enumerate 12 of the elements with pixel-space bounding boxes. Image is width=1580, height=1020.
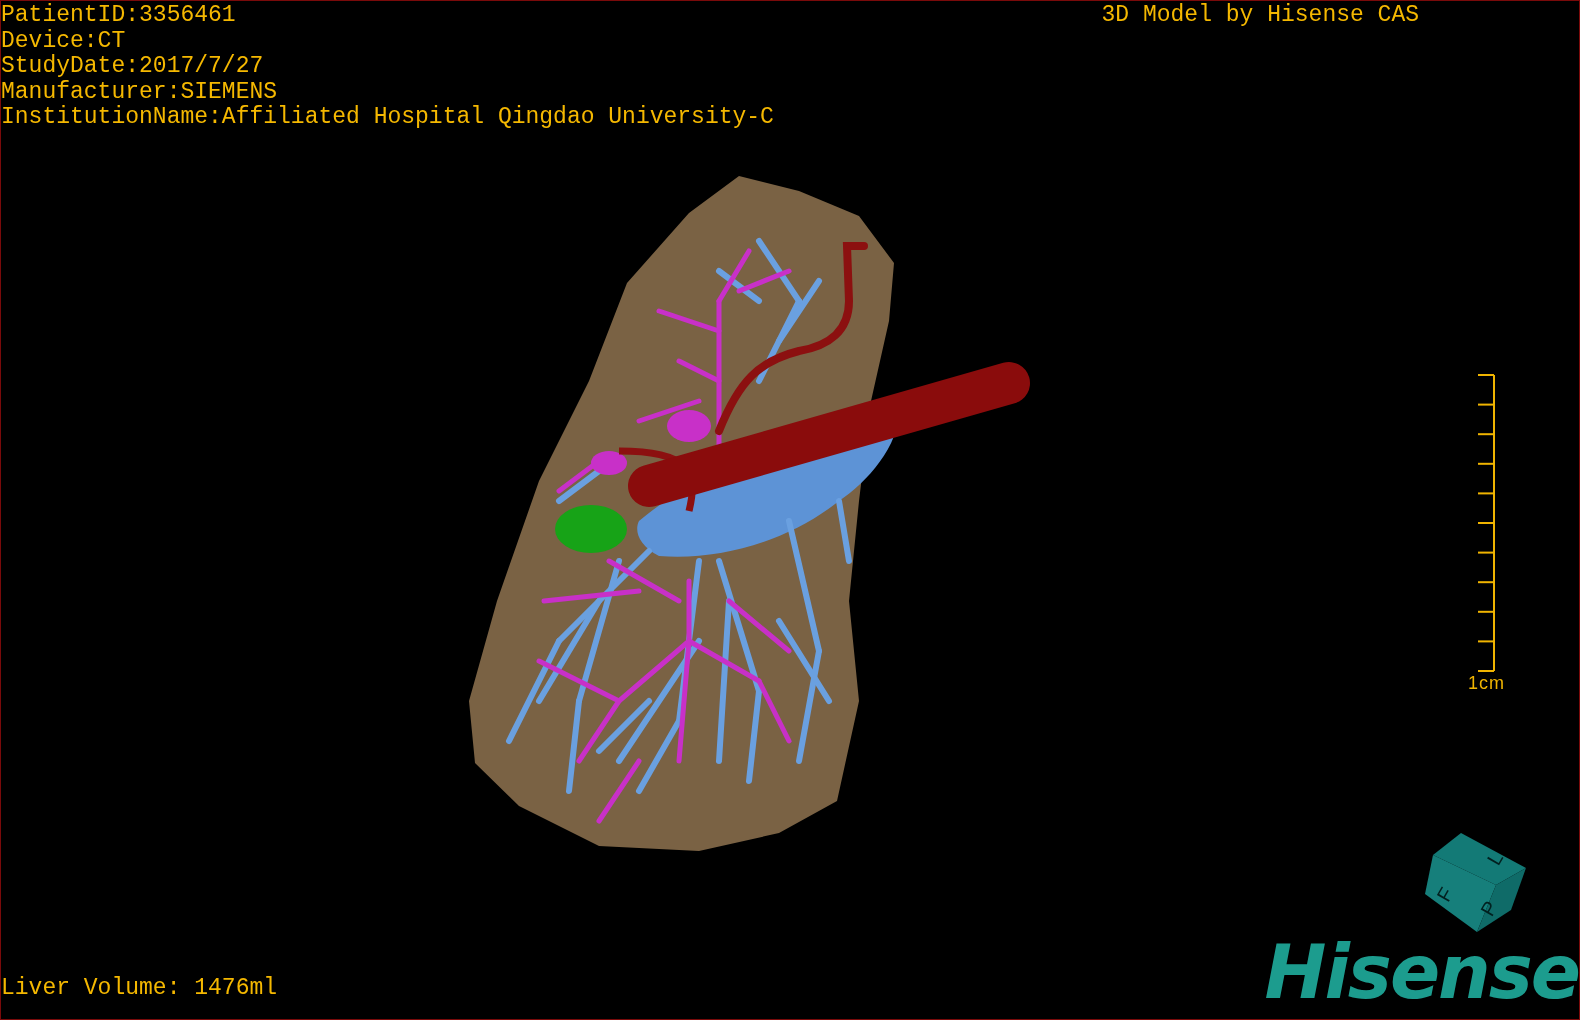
info-line: StudyDate:2017/7/27: [1, 54, 265, 80]
liver-volume-text: Liver Volume: 1476ml: [1, 975, 278, 1001]
viewer-title: 3D Model by Hisense CAS: [1101, 3, 1419, 30]
info-line: PatientID:3356461: [1, 3, 237, 29]
cube-face-label: L: [1482, 848, 1508, 869]
scale-label: 1cm: [1468, 673, 1505, 694]
info-line: Manufacturer:SIEMENS: [1, 79, 279, 105]
info-line: InstitutionName:Affiliated Hospital Qingdao University-C: [1, 105, 774, 131]
info-line: Device:CT: [1, 28, 127, 54]
cube-face-label: P: [1476, 897, 1502, 920]
logo-text: Hisense: [1264, 935, 1579, 1009]
cube-face-label: F: [1432, 883, 1458, 906]
